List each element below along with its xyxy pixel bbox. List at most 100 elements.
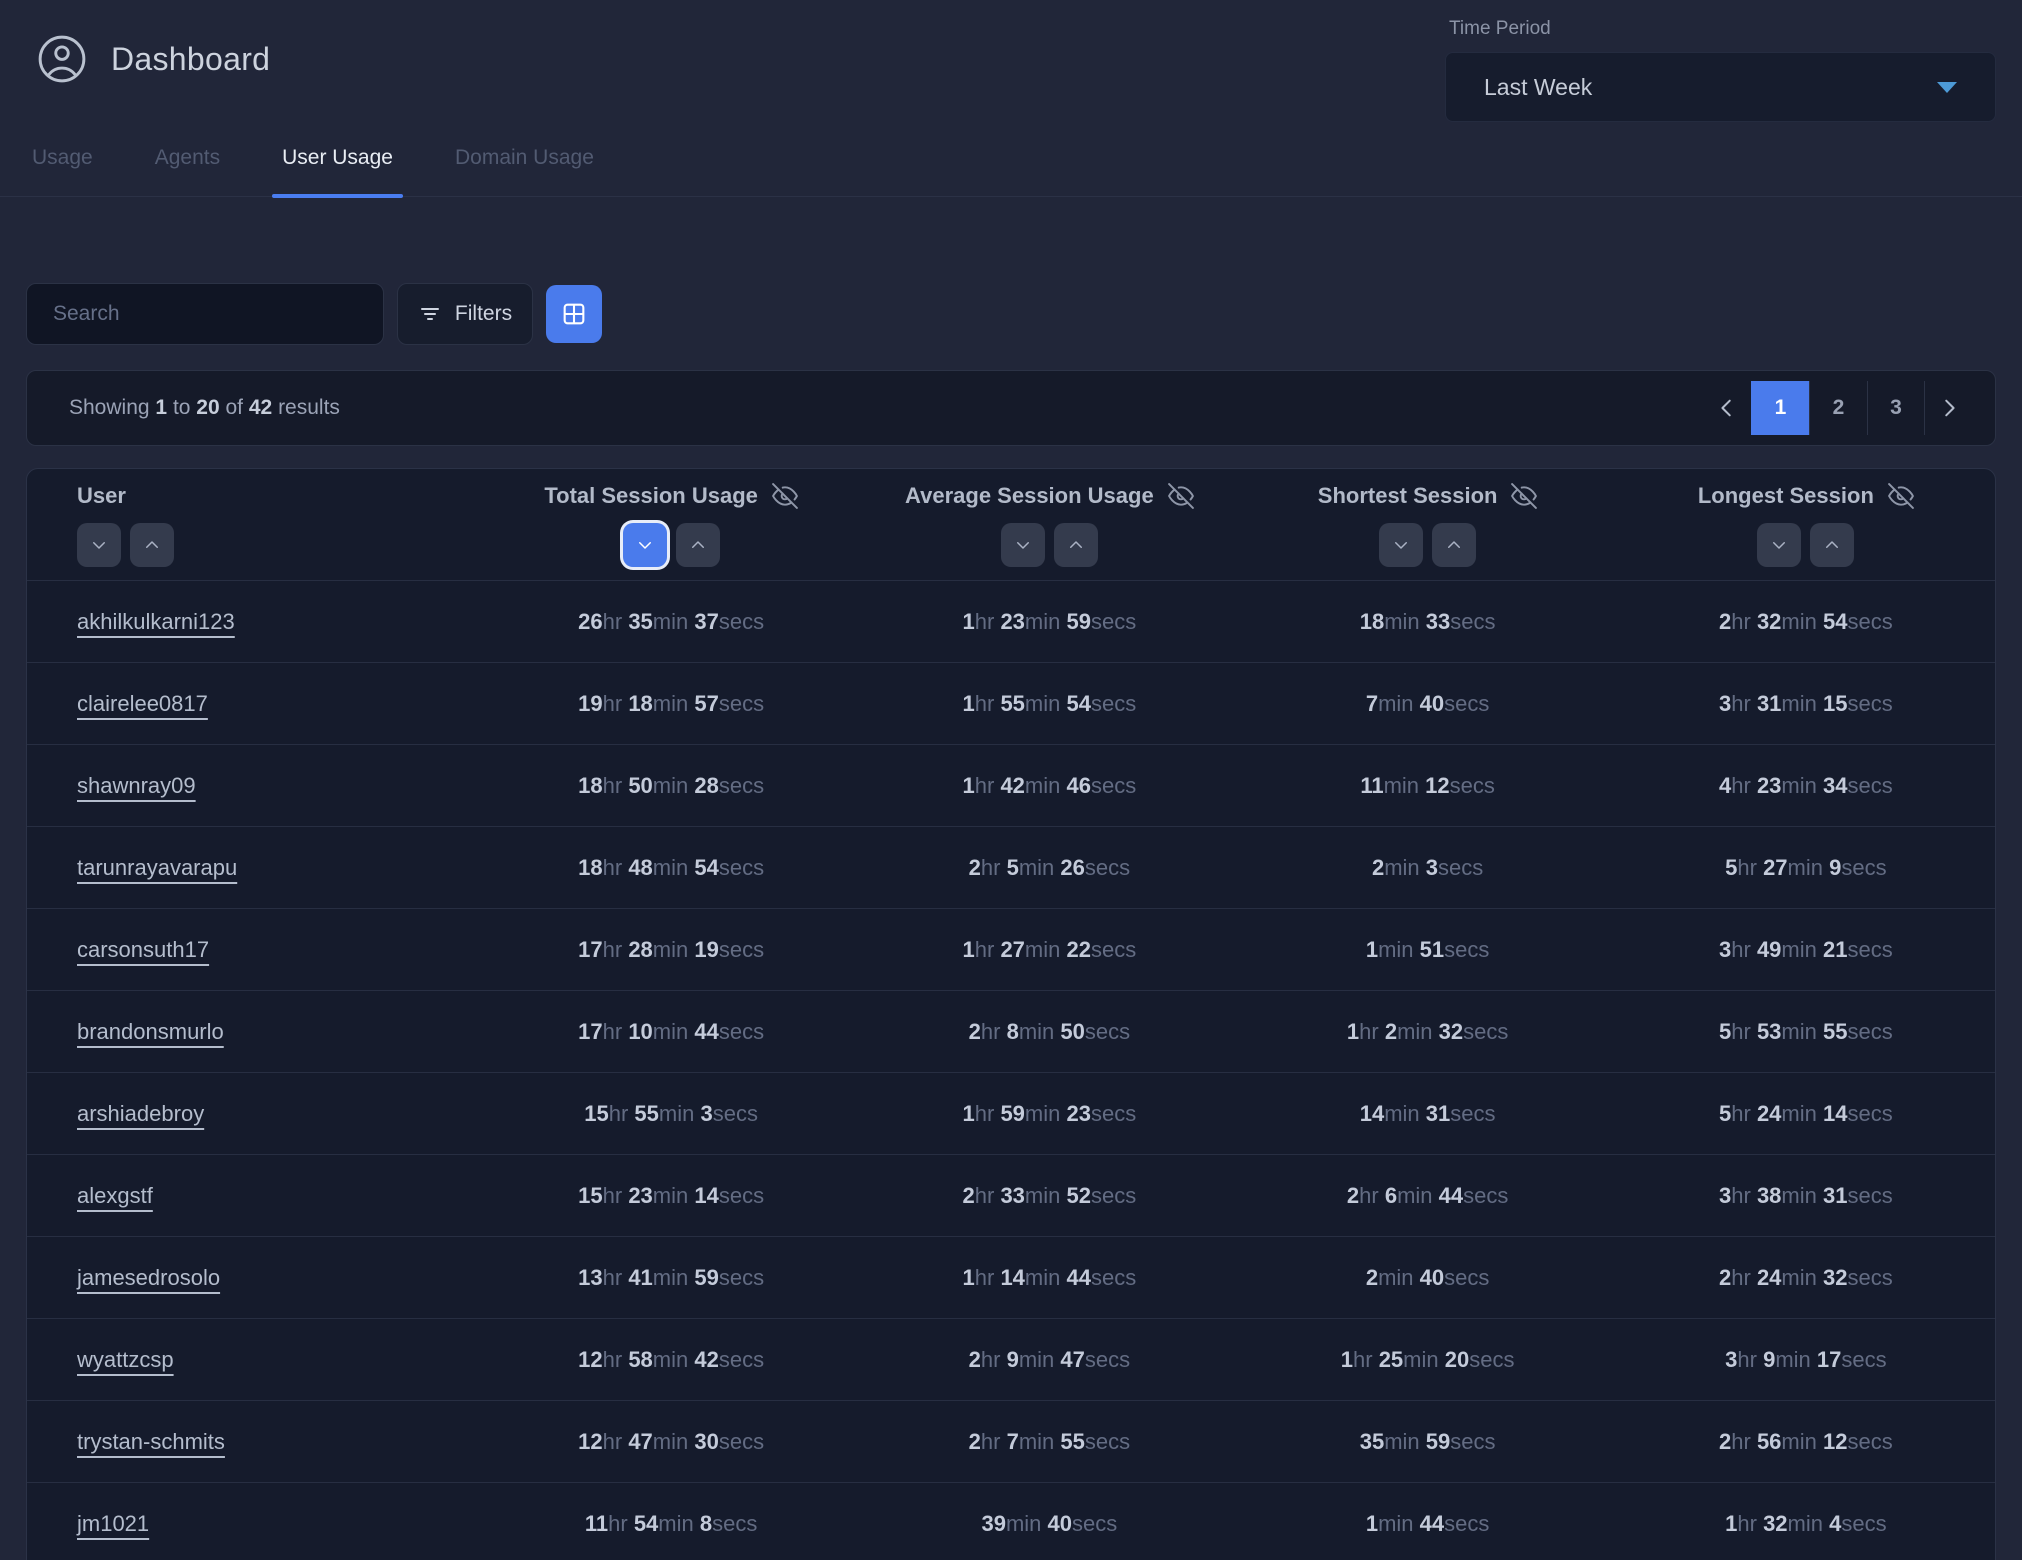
table-row: akhilkulkarni123 26hr 35min 37secs 1hr 2…: [27, 581, 1995, 663]
sort-ascending-button[interactable]: [130, 523, 174, 567]
hide-column-eye-off-icon[interactable]: [1888, 483, 1914, 509]
table-row: shawnray09 18hr 50min 28secs 1hr 42min 4…: [27, 745, 1995, 827]
chevron-up-icon: [1445, 536, 1463, 554]
sort-descending-button[interactable]: [77, 523, 121, 567]
sort-descending-button[interactable]: [1379, 523, 1423, 567]
cell-shortest-session: 11min 12secs: [1239, 773, 1617, 799]
cell-shortest-session: 1hr 25min 20secs: [1239, 1347, 1617, 1373]
next-page-button[interactable]: [1925, 381, 1973, 435]
tab-agents[interactable]: Agents: [153, 140, 222, 196]
page-title: Dashboard: [111, 41, 270, 78]
sort-descending-button-active[interactable]: [623, 523, 667, 567]
user-link[interactable]: trystan-schmits: [77, 1429, 225, 1454]
sort-ascending-button[interactable]: [1054, 523, 1098, 567]
results-bar: Showing 1 to 20 of 42 results 123: [26, 370, 1996, 446]
cell-average-session-usage: 2hr 7min 55secs: [860, 1429, 1238, 1455]
tab-usage[interactable]: Usage: [30, 140, 95, 196]
column-label: Longest Session: [1698, 483, 1874, 509]
chevron-left-icon: [1716, 397, 1738, 419]
tab-domain-usage[interactable]: Domain Usage: [453, 140, 596, 196]
table-row: trystan-schmits 12hr 47min 30secs 2hr 7m…: [27, 1401, 1995, 1483]
table-row: jm1021 11hr 54min 8secs 39min 40secs 1mi…: [27, 1483, 1995, 1560]
chevron-up-icon: [1067, 536, 1085, 554]
cell-longest-session: 1hr 32min 4secs: [1617, 1511, 1995, 1537]
cell-average-session-usage: 2hr 33min 52secs: [860, 1183, 1238, 1209]
cell-total-session-usage: 26hr 35min 37secs: [482, 609, 860, 635]
cell-shortest-session: 35min 59secs: [1239, 1429, 1617, 1455]
user-link[interactable]: akhilkulkarni123: [77, 609, 235, 634]
page-number-buttons: 123: [1751, 381, 1925, 435]
hide-column-eye-off-icon[interactable]: [772, 483, 798, 509]
chevron-right-icon: [1938, 397, 1960, 419]
table-row: carsonsuth17 17hr 28min 19secs 1hr 27min…: [27, 909, 1995, 991]
cell-shortest-session: 2min 3secs: [1239, 855, 1617, 881]
cell-shortest-session: 1min 51secs: [1239, 937, 1617, 963]
table-row: arshiadebroy 15hr 55min 3secs 1hr 59min …: [27, 1073, 1995, 1155]
cell-shortest-session: 2hr 6min 44secs: [1239, 1183, 1617, 1209]
user-link[interactable]: clairelee0817: [77, 691, 208, 716]
chevron-down-icon: [90, 536, 108, 554]
cell-average-session-usage: 1hr 27min 22secs: [860, 937, 1238, 963]
cell-longest-session: 2hr 56min 12secs: [1617, 1429, 1995, 1455]
app-header: Dashboard: [37, 34, 270, 84]
table-row: jamesedrosolo 13hr 41min 59secs 1hr 14mi…: [27, 1237, 1995, 1319]
time-period-select[interactable]: Last Week: [1445, 52, 1996, 122]
chevron-down-icon: [1770, 536, 1788, 554]
filters-label: Filters: [455, 302, 512, 326]
table-row: alexgstf 15hr 23min 14secs 2hr 33min 52s…: [27, 1155, 1995, 1237]
toolbar: Filters: [26, 283, 602, 345]
user-link[interactable]: brandonsmurlo: [77, 1019, 224, 1044]
previous-page-button[interactable]: [1703, 381, 1751, 435]
cell-shortest-session: 1min 44secs: [1239, 1511, 1617, 1537]
user-link[interactable]: arshiadebroy: [77, 1101, 204, 1126]
cell-average-session-usage: 1hr 59min 23secs: [860, 1101, 1238, 1127]
page-button-3[interactable]: 3: [1867, 381, 1925, 435]
column-label: Total Session Usage: [544, 483, 758, 509]
sort-descending-button[interactable]: [1001, 523, 1045, 567]
tab-user-usage[interactable]: User Usage: [280, 140, 395, 196]
tabs-row: Usage Agents User Usage Domain Usage: [0, 140, 2022, 197]
cell-total-session-usage: 12hr 47min 30secs: [482, 1429, 860, 1455]
column-label: Average Session Usage: [905, 483, 1154, 509]
chevron-up-icon: [1823, 536, 1841, 554]
user-link[interactable]: shawnray09: [77, 773, 196, 798]
cell-longest-session: 5hr 53min 55secs: [1617, 1019, 1995, 1045]
cell-longest-session: 5hr 27min 9secs: [1617, 855, 1995, 881]
time-period-control: Time Period Last Week: [1445, 18, 1996, 122]
column-header-longest-session: Longest Session: [1617, 469, 1995, 580]
chevron-up-icon: [143, 536, 161, 554]
sort-ascending-button[interactable]: [1432, 523, 1476, 567]
cell-total-session-usage: 11hr 54min 8secs: [482, 1511, 860, 1537]
hide-column-eye-off-icon[interactable]: [1511, 483, 1537, 509]
page-button-2[interactable]: 2: [1809, 381, 1867, 435]
filter-lines-icon: [418, 302, 442, 326]
cell-average-session-usage: 1hr 42min 46secs: [860, 773, 1238, 799]
page-button-1[interactable]: 1: [1751, 381, 1809, 435]
cell-longest-session: 2hr 32min 54secs: [1617, 609, 1995, 635]
user-link[interactable]: carsonsuth17: [77, 937, 209, 962]
search-input[interactable]: [26, 283, 384, 345]
table-view-button[interactable]: [546, 285, 602, 343]
cell-longest-session: 2hr 24min 32secs: [1617, 1265, 1995, 1291]
hide-column-eye-off-icon[interactable]: [1168, 483, 1194, 509]
column-header-user: User: [27, 469, 482, 580]
cell-longest-session: 3hr 9min 17secs: [1617, 1347, 1995, 1373]
column-header-average-session-usage: Average Session Usage: [860, 469, 1238, 580]
user-link[interactable]: alexgstf: [77, 1183, 153, 1208]
cell-longest-session: 3hr 49min 21secs: [1617, 937, 1995, 963]
user-link[interactable]: tarunrayavarapu: [77, 855, 237, 880]
table-header-row: User Total Session Usage: [27, 469, 1995, 581]
time-period-value: Last Week: [1484, 74, 1592, 101]
user-link[interactable]: jm1021: [77, 1511, 149, 1536]
grid-icon: [560, 300, 588, 328]
column-label: User: [77, 483, 126, 509]
sort-descending-button[interactable]: [1757, 523, 1801, 567]
pagination: 123: [1703, 381, 1973, 435]
cell-shortest-session: 7min 40secs: [1239, 691, 1617, 717]
results-text: Showing 1 to 20 of 42 results: [69, 396, 340, 420]
user-link[interactable]: jamesedrosolo: [77, 1265, 220, 1290]
user-link[interactable]: wyattzcsp: [77, 1347, 174, 1372]
filters-button[interactable]: Filters: [397, 283, 533, 345]
sort-ascending-button[interactable]: [676, 523, 720, 567]
sort-ascending-button[interactable]: [1810, 523, 1854, 567]
